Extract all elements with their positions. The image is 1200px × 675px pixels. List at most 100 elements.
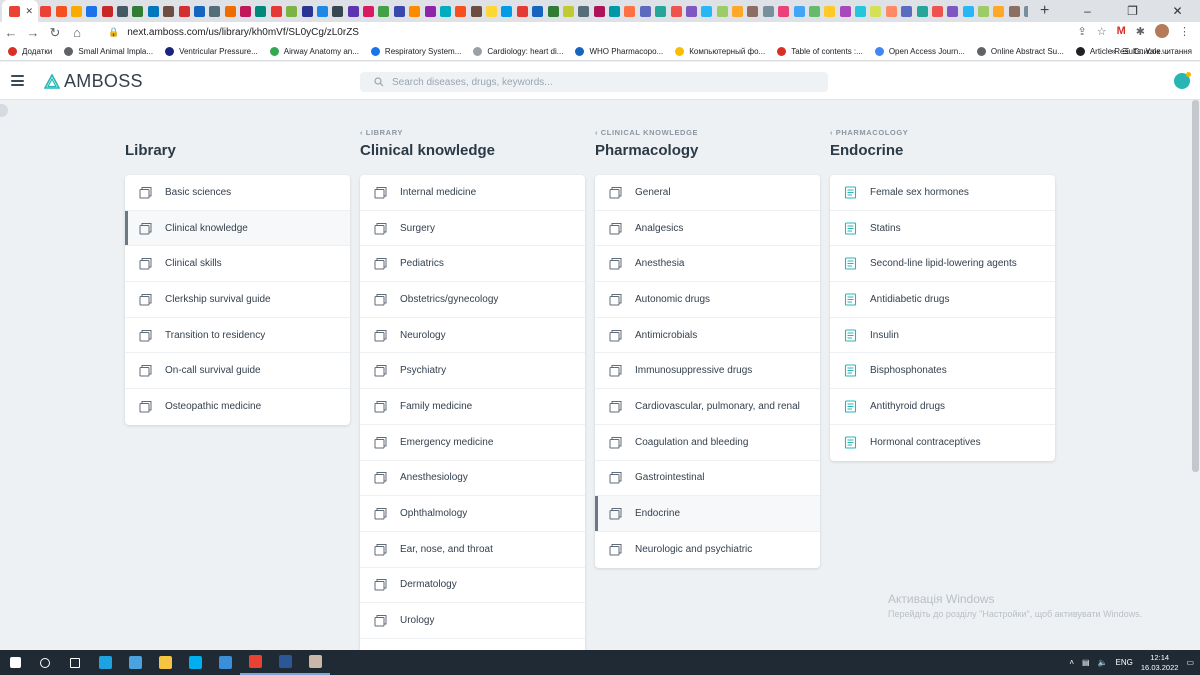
tab-favicon-icon[interactable] — [793, 5, 805, 17]
tab-favicon-icon[interactable] — [762, 5, 774, 17]
list-item[interactable]: Insulin — [830, 318, 1055, 354]
list-item[interactable]: Transition to residency — [125, 318, 350, 354]
list-item[interactable]: Coagulation and bleeding — [595, 425, 820, 461]
list-item[interactable]: Cardiovascular, pulmonary, and renal — [595, 389, 820, 425]
list-item[interactable]: Obstetrics/gynecology — [360, 282, 585, 318]
tab-favicon-icon[interactable] — [378, 5, 390, 17]
tab-favicon-icon[interactable] — [163, 5, 175, 17]
list-item[interactable]: Analgesics — [595, 211, 820, 247]
list-item[interactable]: Dermatology — [360, 568, 585, 604]
tab-favicon-icon[interactable] — [547, 5, 559, 17]
tab-favicon-icon[interactable] — [255, 5, 267, 17]
list-item[interactable]: Antimicrobials — [595, 318, 820, 354]
list-item[interactable]: On-call survival guide — [125, 353, 350, 390]
list-item[interactable]: Ear, nose, and throat — [360, 532, 585, 568]
tab-favicon-icon[interactable] — [609, 5, 621, 17]
tab-favicon-icon[interactable] — [486, 5, 498, 17]
bookmark-item[interactable]: Small Animal Impla... — [64, 47, 153, 56]
bookmark-item[interactable]: Airway Anatomy an... — [269, 47, 359, 56]
list-item[interactable]: Anesthesiology — [360, 461, 585, 497]
tab-favicon-icon[interactable] — [885, 5, 897, 17]
tab-favicon-icon[interactable] — [578, 5, 590, 17]
list-item[interactable]: Emergency medicine — [360, 425, 585, 461]
tab-favicon-icon[interactable] — [439, 5, 451, 17]
hamburger-menu-icon[interactable] — [11, 75, 24, 86]
tab-favicon-icon[interactable] — [101, 5, 113, 17]
tab-favicon-icon[interactable] — [1024, 5, 1028, 17]
bookmark-item[interactable]: Компьютерный фо... — [675, 47, 765, 56]
search-icon[interactable] — [30, 650, 60, 675]
tab-favicon-icon[interactable] — [224, 5, 236, 17]
bookmark-item[interactable]: Table of contents :... — [777, 47, 863, 56]
bookmark-item[interactable]: Додатки — [8, 47, 52, 56]
tab-favicon-icon[interactable] — [240, 5, 252, 17]
bookmark-item[interactable]: Respiratory System... — [370, 47, 461, 56]
list-item[interactable]: Clerkship survival guide — [125, 282, 350, 318]
list-item[interactable]: Immunosuppressive drugs — [595, 353, 820, 390]
tab-favicon-icon[interactable] — [363, 5, 375, 17]
reading-list-button[interactable]: ☰ Список читання — [1122, 47, 1192, 56]
tab-favicon-icon[interactable] — [855, 5, 867, 17]
tab-favicon-icon[interactable] — [409, 5, 421, 17]
tab-favicon-icon[interactable] — [501, 5, 513, 17]
tab-favicon-icon[interactable] — [178, 5, 190, 17]
address-bar[interactable]: 🔒 next.amboss.com/us/library/kh0mVf/SL0y… — [108, 27, 359, 38]
tab-favicon-icon[interactable] — [55, 5, 67, 17]
list-item[interactable]: Female sex hormones — [830, 175, 1055, 211]
list-item[interactable]: Clinical skills — [125, 246, 350, 283]
bookmark-item[interactable]: Cardiology: heart di... — [473, 47, 563, 56]
tab-favicon-icon[interactable] — [301, 5, 313, 17]
tab-favicon-icon[interactable] — [532, 5, 544, 17]
menu-kebab-icon[interactable]: ⋮ — [1179, 25, 1190, 38]
list-item[interactable]: Neurologic and psychiatric — [595, 532, 820, 568]
extension-icon[interactable]: M — [1117, 25, 1126, 37]
windows-start-icon[interactable] — [0, 650, 30, 675]
list-item[interactable]: General — [595, 175, 820, 211]
home-icon[interactable]: ⌂ — [66, 25, 88, 40]
bookmark-star-icon[interactable]: ☆ — [1097, 25, 1107, 38]
list-item[interactable]: Clinical knowledge — [125, 210, 350, 247]
profile-avatar[interactable] — [1155, 24, 1169, 38]
tab-favicon-icon[interactable] — [270, 5, 282, 17]
tab-favicon-icon[interactable] — [732, 5, 744, 17]
language-indicator[interactable]: ENG — [1116, 658, 1133, 667]
forward-icon[interactable]: → — [22, 25, 44, 40]
list-item[interactable]: Endocrine — [595, 496, 820, 532]
list-item[interactable]: Psychiatry — [360, 353, 585, 390]
tab-favicon-icon[interactable] — [117, 5, 129, 17]
tab-favicon-icon[interactable] — [593, 5, 605, 17]
bookmark-item[interactable]: Open Access Journ... — [874, 47, 965, 56]
file-explorer-icon[interactable] — [150, 650, 180, 675]
tab-favicon-icon[interactable] — [993, 5, 1005, 17]
bookmark-item[interactable]: WHO Pharmacopo... — [575, 47, 663, 56]
breadcrumb-back-link[interactable]: ‹ CLINICAL KNOWLEDGE — [595, 128, 820, 137]
extensions-puzzle-icon[interactable]: ✱ — [1136, 25, 1145, 38]
list-item[interactable]: Anesthesia — [595, 246, 820, 283]
edge-icon[interactable] — [90, 650, 120, 675]
tab-favicon-icon[interactable] — [193, 5, 205, 17]
tab-favicon-icon[interactable] — [947, 5, 959, 17]
share-icon[interactable]: ⇪ — [1078, 25, 1087, 38]
tab-favicon-icon[interactable] — [655, 5, 667, 17]
list-item[interactable]: Autonomic drugs — [595, 282, 820, 318]
task-view-icon[interactable] — [60, 650, 90, 675]
tab-favicon-icon[interactable] — [562, 5, 574, 17]
close-tab-icon[interactable]: ✕ — [25, 6, 33, 17]
network-icon[interactable]: ▤ — [1082, 658, 1090, 667]
bookmark-item[interactable]: Online Abstract Su... — [976, 47, 1064, 56]
tab-favicon-icon[interactable] — [1008, 5, 1020, 17]
tab-favicon-icon[interactable] — [931, 5, 943, 17]
list-item[interactable]: Ophthalmology — [360, 496, 585, 532]
photo-icon[interactable] — [300, 650, 330, 675]
list-item[interactable]: Gastrointestinal — [595, 461, 820, 497]
tab-favicon-icon[interactable] — [978, 5, 990, 17]
tab-favicon-icon[interactable] — [624, 5, 636, 17]
breadcrumb-back-link[interactable]: ‹ PHARMACOLOGY — [830, 128, 1055, 137]
tab-favicon-icon[interactable] — [332, 5, 344, 17]
list-item[interactable]: Antithyroid drugs — [830, 389, 1055, 425]
list-item[interactable]: Basic sciences — [125, 175, 350, 211]
tab-favicon-icon[interactable] — [209, 5, 221, 17]
list-item[interactable]: Osteopathic medicine — [125, 389, 350, 425]
mail-icon[interactable] — [210, 650, 240, 675]
back-icon[interactable]: ← — [0, 25, 22, 40]
